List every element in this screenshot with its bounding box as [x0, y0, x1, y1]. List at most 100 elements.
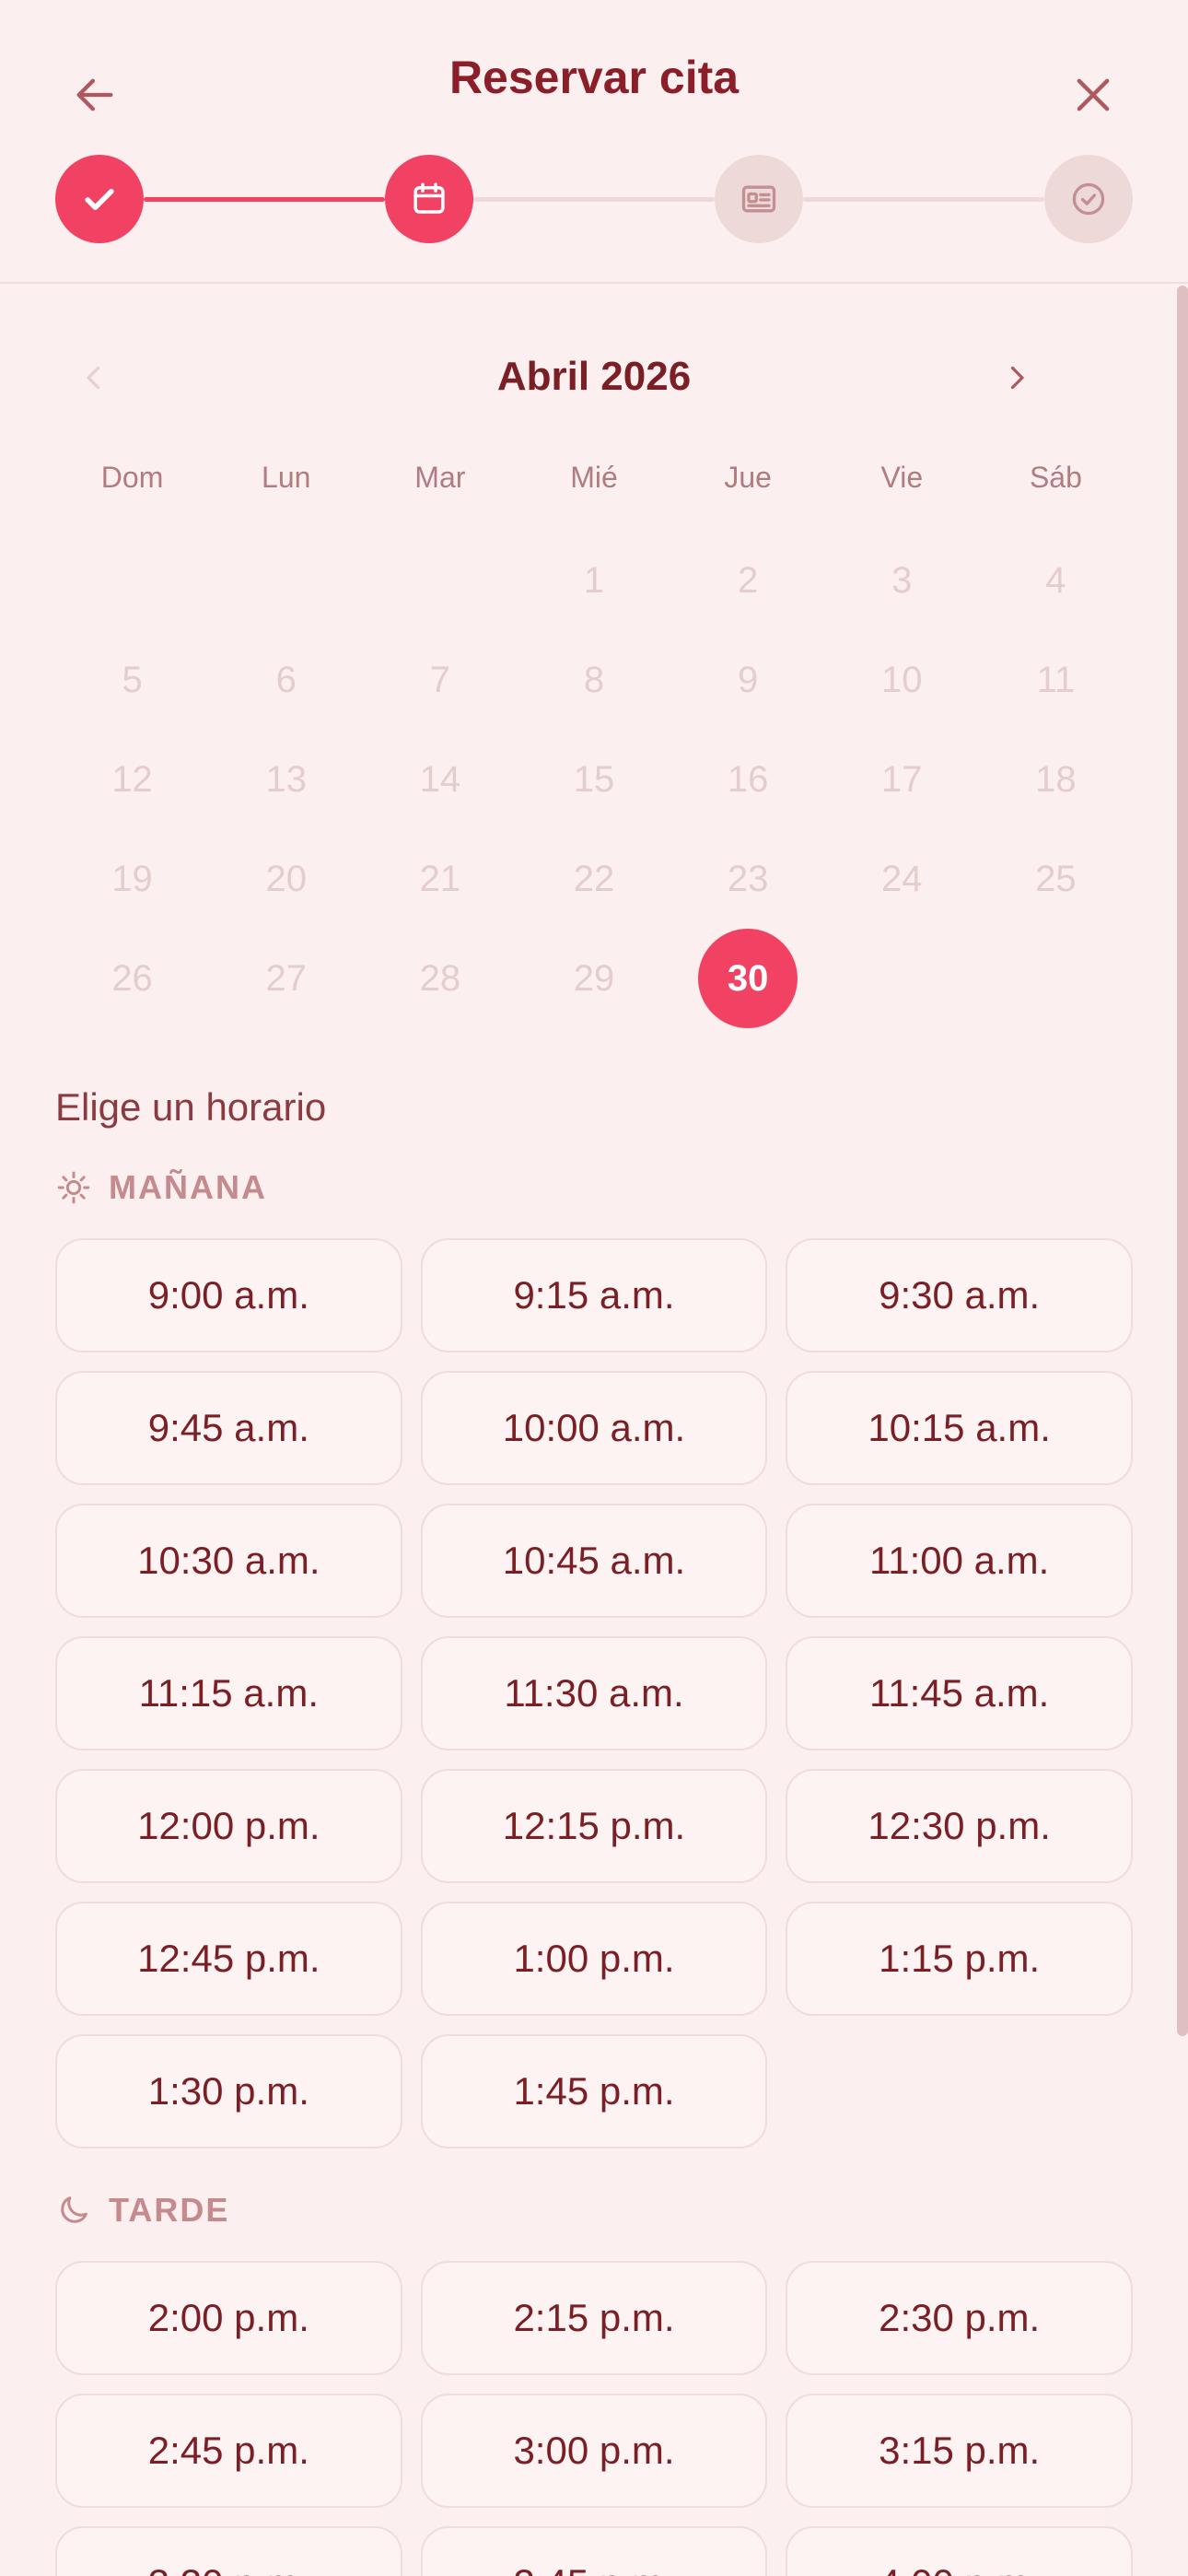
- time-slot-button[interactable]: 9:00 a.m.: [55, 1238, 402, 1352]
- calendar-day: 6: [209, 630, 363, 730]
- calendar-day-number: 25: [1035, 858, 1077, 899]
- calendar-day-number: 7: [429, 659, 450, 700]
- step-3-upcoming: [715, 155, 803, 243]
- time-slot-button[interactable]: 11:30 a.m.: [420, 1636, 768, 1751]
- calendar-day-number: 3: [891, 559, 913, 601]
- calendar-day: 29: [517, 929, 670, 1028]
- calendar-day: 10: [825, 630, 979, 730]
- header: Reservar cita: [0, 0, 1188, 284]
- afternoon-header: TARDE: [55, 2191, 229, 2230]
- calendar-day-number: 10: [881, 659, 923, 700]
- scrollbar[interactable]: [1177, 286, 1188, 2036]
- calendar-day-selected[interactable]: 30: [671, 929, 825, 1028]
- weekday-label: Jue: [724, 461, 772, 494]
- time-slot-button[interactable]: 10:00 a.m.: [420, 1371, 768, 1485]
- calendar-day: 24: [825, 829, 979, 929]
- time-slot-button[interactable]: 11:15 a.m.: [55, 1636, 402, 1751]
- schedule-title: Elige un horario: [55, 1085, 327, 1129]
- time-slot-button[interactable]: 3:15 p.m.: [786, 2394, 1133, 2508]
- calendar-day-number: 27: [265, 957, 307, 999]
- calendar-day-number: 23: [727, 858, 769, 899]
- time-slot-button[interactable]: 11:45 a.m.: [786, 1636, 1133, 1751]
- time-slot-button[interactable]: 12:15 p.m.: [420, 1769, 768, 1883]
- calendar-day: 8: [517, 630, 670, 730]
- time-slot-button[interactable]: 10:15 a.m.: [786, 1371, 1133, 1485]
- weekday-label: Dom: [100, 461, 164, 494]
- calendar-day-number: 18: [1035, 758, 1077, 800]
- calendar-blank: [55, 531, 209, 630]
- time-slot-button[interactable]: 10:30 a.m.: [55, 1504, 402, 1618]
- calendar-icon: [413, 182, 445, 214]
- calendar-day-number: 24: [881, 858, 923, 899]
- time-slot-button[interactable]: 4:00 p.m.: [786, 2526, 1133, 2576]
- weekday-label: Mar: [414, 461, 466, 494]
- calendar-day: 19: [55, 829, 209, 929]
- step-connector: [803, 197, 1044, 202]
- calendar-day-number: 15: [573, 758, 615, 800]
- time-slot-button[interactable]: 1:00 p.m.: [420, 1902, 768, 2016]
- calendar-day: 1: [517, 531, 670, 630]
- step-1-complete[interactable]: [55, 155, 144, 243]
- calendar-day: 12: [55, 730, 209, 829]
- time-slot-button[interactable]: 1:15 p.m.: [786, 1902, 1133, 2016]
- calendar-day: 11: [979, 630, 1133, 730]
- time-slot-button[interactable]: 3:45 p.m.: [420, 2526, 768, 2576]
- time-slot-button[interactable]: 2:00 p.m.: [55, 2261, 402, 2375]
- page-title: Reservar cita: [448, 52, 740, 103]
- time-slot-button[interactable]: 9:15 a.m.: [420, 1238, 768, 1352]
- sun-icon: [57, 1171, 90, 1204]
- step-2-current[interactable]: [385, 155, 473, 243]
- calendar-day: 26: [55, 929, 209, 1028]
- weekday-label: Sáb: [1029, 461, 1082, 494]
- calendar-day: 27: [209, 929, 363, 1028]
- time-slot-button[interactable]: 2:15 p.m.: [420, 2261, 768, 2375]
- close-icon: [1077, 78, 1110, 111]
- calendar-day: 22: [517, 829, 670, 929]
- calendar-day: 15: [517, 730, 670, 829]
- time-slot-button[interactable]: 1:45 p.m.: [420, 2034, 768, 2149]
- morning-label: MAÑANA: [109, 1168, 267, 1206]
- calendar-day-number: 20: [265, 858, 307, 899]
- time-slot-button[interactable]: 2:30 p.m.: [786, 2261, 1133, 2375]
- calendar-day-number: 11: [1036, 659, 1076, 700]
- calendar-day: 25: [979, 829, 1133, 929]
- calendar-day: 9: [671, 630, 825, 730]
- calendar-blank: [209, 531, 363, 630]
- weekday-label: Lun: [262, 461, 311, 494]
- next-month-button[interactable]: [980, 341, 1054, 415]
- calendar-day-number: 13: [265, 758, 307, 800]
- calendar-day-number: 4: [1045, 559, 1066, 601]
- calendar-day-number: 28: [419, 957, 461, 999]
- time-slot-button[interactable]: 10:45 a.m.: [420, 1504, 768, 1618]
- morning-header: MAÑANA: [55, 1168, 267, 1207]
- calendar-day-number: 5: [122, 659, 143, 700]
- afternoon-slots: 2:00 p.m. 2:15 p.m. 2:30 p.m. 2:45 p.m. 3:00…: [55, 2261, 1133, 2576]
- morning-slots: 9:00 a.m. 9:15 a.m. 9:30 a.m. 9:45 a.m. 10:0…: [55, 1238, 1133, 2149]
- weekday-label: Vie: [880, 461, 924, 494]
- time-slot-button[interactable]: 2:45 p.m.: [55, 2394, 402, 2508]
- calendar-day-number: 8: [583, 659, 605, 700]
- time-slot-button[interactable]: 3:00 p.m.: [420, 2394, 768, 2508]
- calendar-grid: 1 2 3 4 5 6 7 8 9 10 11 12 13 14 15 16 17 18 19 20 21 22 23 24 2…: [55, 531, 1133, 1028]
- time-slot-button[interactable]: 1:30 p.m.: [55, 2034, 402, 2149]
- time-slot-button[interactable]: 9:30 a.m.: [786, 1238, 1133, 1352]
- calendar-day-number: 21: [419, 858, 461, 899]
- moon-icon: [61, 2196, 87, 2223]
- id-card-icon: [741, 185, 776, 213]
- booking-screen: Reservar cita Abril 2026 Dom Lun Mar Mié…: [0, 0, 1188, 2576]
- weekday-label: Mié: [570, 461, 618, 494]
- close-button[interactable]: [1042, 44, 1144, 146]
- calendar-day-number: 1: [583, 559, 605, 601]
- time-slot-button[interactable]: 12:30 p.m.: [786, 1769, 1133, 1883]
- calendar-day-number: 16: [727, 758, 769, 800]
- calendar-day: 7: [363, 630, 517, 730]
- calendar-day-number: 19: [111, 858, 153, 899]
- time-slot-button[interactable]: 12:00 p.m.: [55, 1769, 402, 1883]
- calendar-day-number: 2: [738, 559, 759, 601]
- time-slot-button[interactable]: 12:45 p.m.: [55, 1902, 402, 2016]
- calendar-day: 4: [979, 531, 1133, 630]
- time-slot-button[interactable]: 11:00 a.m.: [786, 1504, 1133, 1618]
- time-slot-button[interactable]: 3:30 p.m.: [55, 2526, 402, 2576]
- time-slot-button[interactable]: 9:45 a.m.: [55, 1371, 402, 1485]
- check-circle-icon: [1072, 182, 1105, 216]
